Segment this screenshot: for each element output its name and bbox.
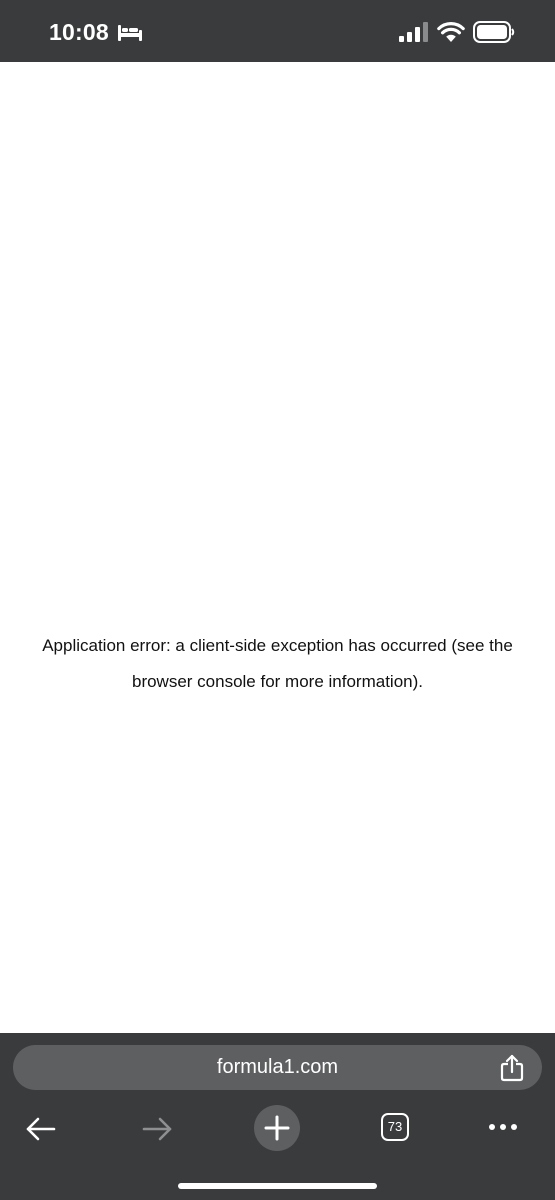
- browser-toolbar: formula1.com 73: [0, 1033, 555, 1200]
- share-icon[interactable]: [499, 1054, 525, 1082]
- tabs-icon[interactable]: 73: [381, 1113, 409, 1141]
- error-message-line-1: Application error: a client-side excepti…: [42, 636, 513, 655]
- status-time: 10:08: [49, 19, 109, 45]
- home-indicator[interactable]: [178, 1183, 377, 1189]
- address-url[interactable]: formula1.com: [13, 1045, 542, 1090]
- cellular-signal-icon: [399, 22, 428, 42]
- error-message-line-2: browser console for more information).: [131, 672, 423, 691]
- navigation-row: 73: [0, 1105, 555, 1153]
- more-icon[interactable]: [486, 1117, 522, 1137]
- application-error-message: Application error: a client-side excepti…: [0, 628, 555, 700]
- wifi-icon: [437, 22, 465, 42]
- sleep-mode-icon: [118, 25, 142, 41]
- battery-icon: [473, 21, 515, 43]
- forward-arrow-icon[interactable]: [141, 1113, 175, 1145]
- back-arrow-icon[interactable]: [23, 1113, 57, 1145]
- status-bar: 10:08: [0, 0, 555, 62]
- address-bar[interactable]: formula1.com: [13, 1045, 542, 1090]
- plus-icon: [264, 1115, 290, 1141]
- tab-count: 73: [387, 1119, 403, 1134]
- new-tab-button[interactable]: [254, 1105, 300, 1151]
- web-page-content: Application error: a client-side excepti…: [0, 62, 555, 1033]
